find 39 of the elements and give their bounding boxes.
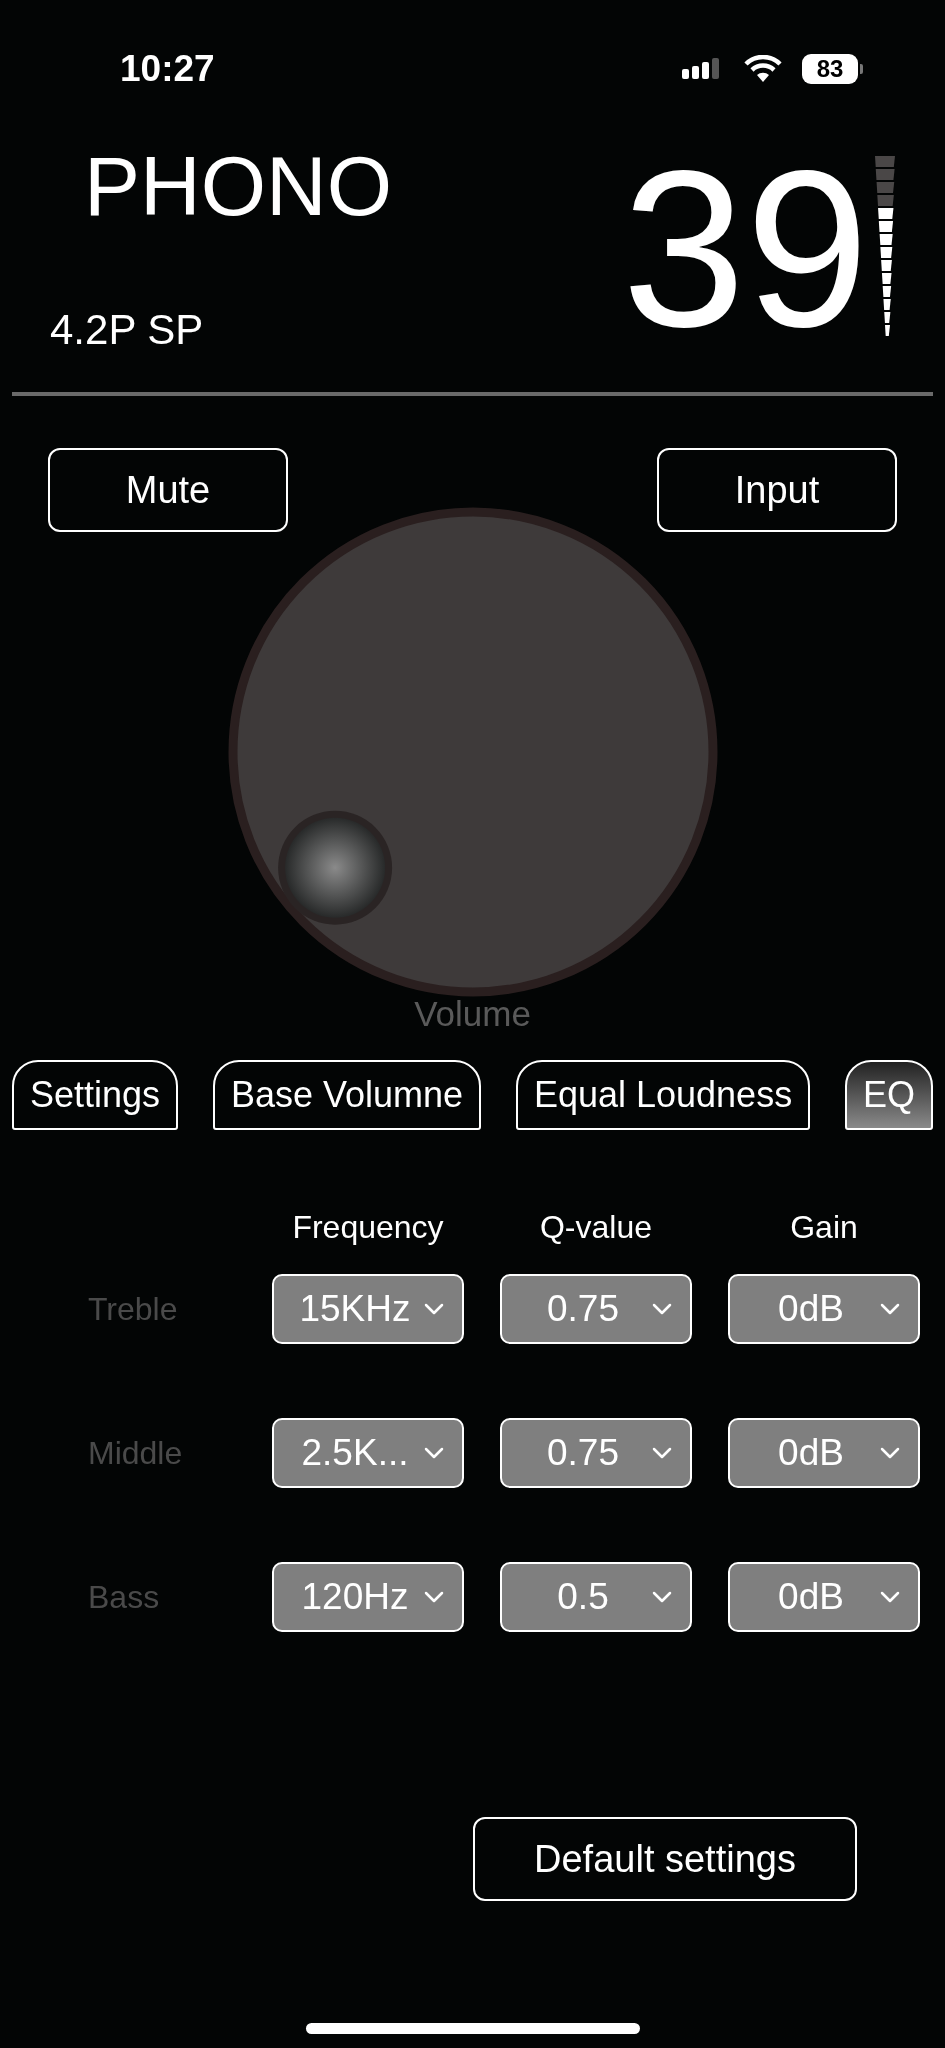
row-label: Middle [87, 1434, 184, 1472]
volume-label: Volume [414, 994, 531, 1034]
chevron-down-icon [652, 1447, 672, 1459]
home-indicator[interactable] [305, 2023, 640, 2034]
chevron-down-icon [424, 1303, 444, 1315]
volume-readout: 39 [622, 138, 869, 360]
default-settings-button[interactable]: Default settings [473, 1817, 857, 1901]
dropdown[interactable]: 0.75 [500, 1418, 692, 1488]
knob-thumb[interactable] [277, 810, 392, 925]
chevron-down-icon [424, 1447, 444, 1459]
format-label: 4.2P SP [50, 306, 205, 354]
tab[interactable]: EQ [845, 1060, 933, 1130]
chevron-down-icon [652, 1303, 672, 1315]
tab[interactable]: Base Volumne [212, 1060, 482, 1130]
row-label: Bass [87, 1578, 161, 1616]
chevron-down-icon [652, 1591, 672, 1603]
dropdown[interactable]: 120Hz [272, 1562, 464, 1632]
dropdown[interactable]: 0dB [728, 1418, 920, 1488]
column-header: Q-value [538, 1208, 653, 1246]
tab[interactable]: Settings [12, 1060, 179, 1130]
dropdown[interactable]: 0dB [728, 1274, 920, 1344]
chevron-down-icon [880, 1303, 900, 1315]
chevron-down-icon [880, 1591, 900, 1603]
dropdown[interactable]: 0.75 [500, 1274, 692, 1344]
input-button[interactable]: Input [657, 448, 897, 532]
column-header: Frequency [291, 1208, 445, 1246]
status-time: 10:27 [120, 48, 215, 90]
chevron-down-icon [880, 1447, 900, 1459]
dropdown[interactable]: 2.5K... [272, 1418, 464, 1488]
mute-button[interactable]: Mute [48, 448, 288, 532]
wifi-icon [744, 55, 782, 83]
chevron-down-icon [424, 1591, 444, 1603]
dropdown[interactable]: 15KHz [272, 1274, 464, 1344]
dropdown[interactable]: 0dB [728, 1562, 920, 1632]
source-title: PHONO [84, 144, 393, 228]
row-label: Treble [87, 1290, 179, 1328]
dropdown[interactable]: 0.5 [500, 1562, 692, 1632]
tab[interactable]: Equal Loudness [515, 1060, 811, 1130]
column-header: Gain [789, 1208, 859, 1246]
